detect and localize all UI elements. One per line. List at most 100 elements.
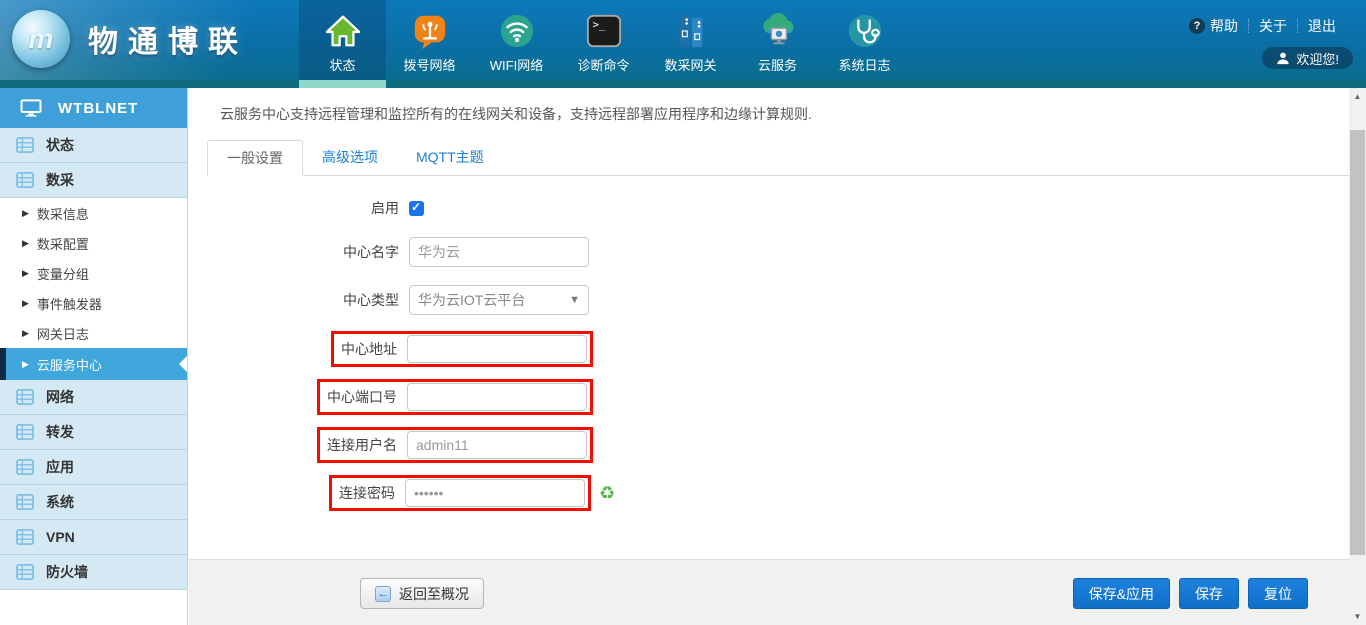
- center-type-row: 中心类型 华为云IOT云平台 ▼: [289, 285, 589, 315]
- sidebar-item-status[interactable]: 状态: [0, 128, 187, 163]
- gateway-icon: [670, 10, 712, 52]
- back-to-overview-button[interactable]: ← 返回至概况: [360, 578, 484, 609]
- dial-network-icon: [409, 10, 451, 52]
- sidebar-item-label: 状态: [46, 135, 74, 155]
- center-type-select[interactable]: 华为云IOT云平台 ▼: [409, 285, 589, 315]
- center-address-input[interactable]: [407, 335, 587, 363]
- nav-label: 状态: [329, 55, 355, 74]
- sidebar-item-label: 系统: [46, 492, 74, 512]
- enable-label: 启用: [289, 198, 399, 218]
- center-name-input[interactable]: [409, 237, 589, 267]
- sidebar-subitem-daq-info[interactable]: ▶ 数采信息: [0, 198, 187, 228]
- refresh-icon[interactable]: ♻: [599, 484, 615, 502]
- nav-status[interactable]: 状态: [299, 0, 386, 80]
- sidebar-item-firewall[interactable]: 防火墙: [0, 555, 187, 590]
- center-port-label: 中心端口号: [327, 387, 397, 407]
- help-icon: ?: [1189, 18, 1205, 34]
- sidebar-subitem-label: 数采配置: [37, 234, 89, 253]
- nav-label: 数采网关: [664, 55, 716, 74]
- sidebar-item-daq[interactable]: 数采: [0, 163, 187, 198]
- sidebar-subitem-label: 变量分组: [37, 264, 89, 283]
- sidebar-item-vpn[interactable]: VPN: [0, 520, 187, 555]
- sidebar: WTBLNET 状态 数采 ▶数采信息 ▶数采配置 ▶变量分组 ▶事件触发器 ▶…: [0, 88, 188, 625]
- top-links: ?帮助 关于 退出: [1179, 16, 1346, 36]
- action-buttons: 保存&应用 保存 复位: [1064, 578, 1308, 609]
- vertical-scrollbar[interactable]: ▲ ▼: [1349, 88, 1366, 625]
- save-button[interactable]: 保存: [1179, 578, 1239, 609]
- sidebar-item-application[interactable]: 应用: [0, 450, 187, 485]
- caret-right-icon: ▶: [22, 359, 29, 370]
- center-address-row: 中心地址: [331, 331, 593, 367]
- list-icon: [16, 137, 34, 153]
- enable-checkbox[interactable]: [409, 201, 424, 216]
- username-input[interactable]: [407, 431, 587, 459]
- sidebar-item-system[interactable]: 系统: [0, 485, 187, 520]
- welcome-button[interactable]: 欢迎您!: [1262, 47, 1353, 69]
- nav-diagnostic-command[interactable]: >_ 诊断命令: [560, 0, 647, 80]
- user-icon: [1276, 51, 1290, 65]
- nav-cloud-service[interactable]: 云服务: [734, 0, 821, 80]
- highlight-box: 中心地址: [331, 331, 593, 367]
- sidebar-subitem-variable-group[interactable]: ▶变量分组: [0, 258, 187, 288]
- back-arrow-icon: ←: [375, 586, 391, 602]
- username-label: 连接用户名: [327, 435, 397, 455]
- caret-right-icon: ▶: [22, 208, 29, 219]
- sidebar-subitem-cloud-service-center[interactable]: ▶ 云服务中心: [0, 348, 187, 380]
- logo-sphere-icon: m: [12, 10, 70, 68]
- sidebar-subitem-gateway-log[interactable]: ▶ 网关日志: [0, 318, 187, 348]
- caret-right-icon: ▶: [22, 328, 29, 339]
- tab-general-settings[interactable]: 一般设置: [207, 140, 303, 176]
- logout-link[interactable]: 退出: [1298, 16, 1346, 36]
- sidebar-subitem-event-trigger[interactable]: ▶事件触发器: [0, 288, 187, 318]
- help-link[interactable]: ?帮助: [1179, 16, 1248, 36]
- cloud-service-icon: [757, 10, 799, 52]
- sidebar-subitem-daq-config[interactable]: ▶数采配置: [0, 228, 187, 258]
- nav-label: 云服务: [758, 55, 797, 74]
- enable-row: 启用: [289, 198, 424, 218]
- password-input[interactable]: [405, 479, 585, 507]
- tab-mqtt-topic[interactable]: MQTT主题: [397, 140, 503, 175]
- center-port-input[interactable]: [407, 383, 587, 411]
- center-type-value: 华为云IOT云平台: [418, 290, 525, 310]
- save-apply-button[interactable]: 保存&应用: [1073, 578, 1170, 609]
- list-icon: [16, 564, 34, 580]
- stethoscope-icon: [844, 10, 886, 52]
- scrollbar-thumb[interactable]: [1350, 130, 1365, 555]
- sidebar-item-label: 防火墙: [46, 562, 88, 582]
- sidebar-item-forwarding[interactable]: 转发: [0, 415, 187, 450]
- nav-system-log[interactable]: 系统日志: [821, 0, 908, 80]
- sidebar-subitem-label: 云服务中心: [37, 355, 102, 374]
- tab-advanced-options[interactable]: 高级选项: [303, 140, 397, 175]
- topbar-strip: [0, 80, 1366, 88]
- back-button-label: 返回至概况: [399, 584, 469, 604]
- about-link[interactable]: 关于: [1249, 16, 1297, 36]
- brand-logo: m 物通博联: [12, 10, 248, 68]
- scroll-up-icon[interactable]: ▲: [1349, 88, 1366, 105]
- wifi-icon: [496, 10, 538, 52]
- sidebar-item-network[interactable]: 网络: [0, 380, 187, 415]
- device-name: WTBLNET: [58, 100, 138, 117]
- scroll-down-icon[interactable]: ▼: [1349, 608, 1366, 625]
- nav-label: 系统日志: [838, 55, 890, 74]
- chevron-down-icon: ▼: [569, 294, 580, 306]
- nav-dial-network[interactable]: 拨号网络: [386, 0, 473, 80]
- active-notch: [179, 356, 187, 372]
- sidebar-subitem-label: 事件触发器: [37, 294, 102, 313]
- tab-bar: 一般设置 高级选项 MQTT主题: [207, 140, 1349, 176]
- list-icon: [16, 424, 34, 440]
- sidebar-subitem-label: 网关日志: [37, 324, 89, 343]
- nav-daq-gateway[interactable]: 数采网关: [647, 0, 734, 80]
- svg-text:>_: >_: [592, 19, 605, 31]
- home-icon: [322, 10, 364, 52]
- list-icon: [16, 494, 34, 510]
- sidebar-subitem-label: 数采信息: [37, 204, 89, 223]
- main-content: 云服务中心支持远程管理和监控所有的在线网关和设备，支持远程部署应用程序和边缘计算…: [189, 88, 1349, 625]
- center-port-row: 中心端口号: [317, 379, 593, 415]
- logo-mark: m: [29, 23, 54, 55]
- nav-label: WIFI网络: [490, 55, 543, 74]
- reset-button[interactable]: 复位: [1248, 578, 1308, 609]
- monitor-icon: [20, 99, 42, 117]
- nav-wifi-network[interactable]: WIFI网络: [473, 0, 560, 80]
- password-label: 连接密码: [339, 483, 395, 503]
- center-name-label: 中心名字: [289, 242, 399, 262]
